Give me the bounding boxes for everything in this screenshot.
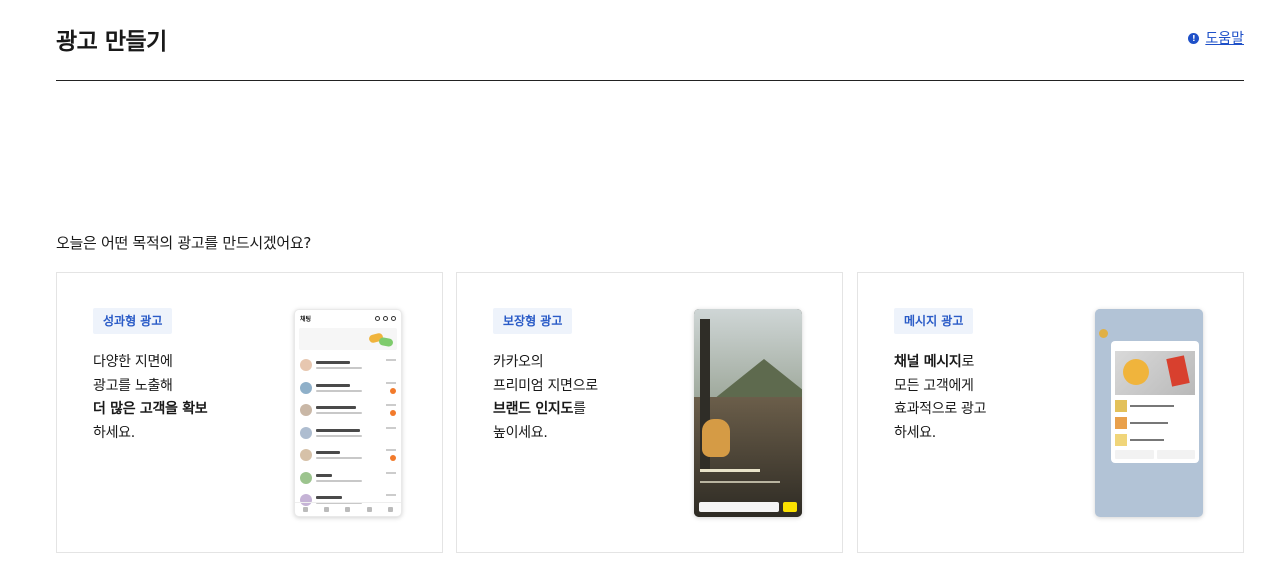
preview-chat-row	[295, 354, 401, 377]
desc-line-emphasis: 더 많은 고객을 확보	[93, 398, 208, 422]
character-illustration	[702, 419, 730, 457]
info-icon: !	[1188, 32, 1200, 44]
card-performance-ad[interactable]: 성과형 광고 다양한 지면에 광고를 노출해 더 많은 고객을 확보 하세요. …	[56, 272, 443, 553]
desc-line: 다양한 지면에	[93, 354, 173, 370]
desc-line: 카카오의	[493, 354, 544, 370]
preview-chat-row	[295, 399, 401, 422]
desc-bold: 브랜드 인지도	[493, 401, 574, 417]
video-ad-preview-image	[694, 309, 802, 517]
desc-suffix: 를	[573, 401, 586, 417]
desc-suffix: 로	[961, 354, 975, 370]
card-guaranteed-ad[interactable]: 보장형 광고 카카오의 프리미엄 지면으로 브랜드 인지도를 높이세요.	[456, 272, 843, 553]
desc-line: 높이세요.	[493, 424, 548, 441]
preview-title: 채팅	[300, 315, 312, 323]
channel-avatar	[1099, 329, 1108, 338]
ad-type-cards: 성과형 광고 다양한 지면에 광고를 노출해 더 많은 고객을 확보 하세요. …	[56, 272, 1244, 553]
desc-bold: 채널 메시지	[894, 354, 962, 370]
preview-chat-row	[295, 444, 401, 467]
help-label[interactable]: 도움말	[1205, 28, 1244, 48]
card-description: 카카오의 프리미엄 지면으로 브랜드 인지도를 높이세요.	[493, 351, 598, 445]
desc-line-emphasis: 브랜드 인지도를	[493, 398, 598, 422]
page-header: 광고 만들기 ! 도움말	[56, 0, 1244, 81]
desc-line-emphasis: 채널 메시지로	[894, 351, 986, 375]
channel-message-preview-image	[1095, 309, 1203, 517]
card-message-ad[interactable]: 메시지 광고 채널 메시지로 모든 고객에게 효과적으로 광고 하세요.	[857, 272, 1244, 553]
chat-list-preview-image: 채팅	[294, 309, 402, 517]
desc-line: 하세요.	[93, 424, 135, 441]
desc-bold: 더 많은 고객을 확보	[93, 401, 208, 417]
preview-chat-row	[295, 422, 401, 445]
card-badge: 성과형 광고	[93, 308, 173, 334]
page-title: 광고 만들기	[56, 29, 167, 55]
purpose-question: 오늘은 어떤 목적의 광고를 만드시겠어요?	[56, 234, 312, 252]
card-badge: 메시지 광고	[894, 308, 974, 334]
desc-line: 하세요.	[894, 424, 936, 441]
search-icon	[375, 315, 380, 321]
chat-icon	[383, 315, 388, 321]
desc-line: 프리미엄 지면으로	[493, 377, 598, 394]
preview-topbar: 채팅	[295, 310, 401, 326]
desc-line: 광고를 노출해	[93, 377, 173, 394]
desc-line: 모든 고객에게	[894, 377, 974, 394]
preview-tabbar	[295, 502, 401, 516]
preview-chat-row	[295, 467, 401, 490]
video-icon	[783, 502, 797, 512]
preview-chat-row	[295, 377, 401, 400]
desc-line: 효과적으로 광고	[894, 401, 987, 417]
preview-ad-banner	[299, 328, 397, 350]
card-badge: 보장형 광고	[493, 308, 573, 334]
settings-icon	[391, 315, 396, 321]
card-description: 채널 메시지로 모든 고객에게 효과적으로 광고 하세요.	[894, 351, 987, 445]
help-link[interactable]: ! 도움말	[1188, 28, 1244, 48]
card-description: 다양한 지면에 광고를 노출해 더 많은 고객을 확보 하세요.	[93, 351, 208, 445]
preview-message-bubble	[1111, 341, 1199, 463]
